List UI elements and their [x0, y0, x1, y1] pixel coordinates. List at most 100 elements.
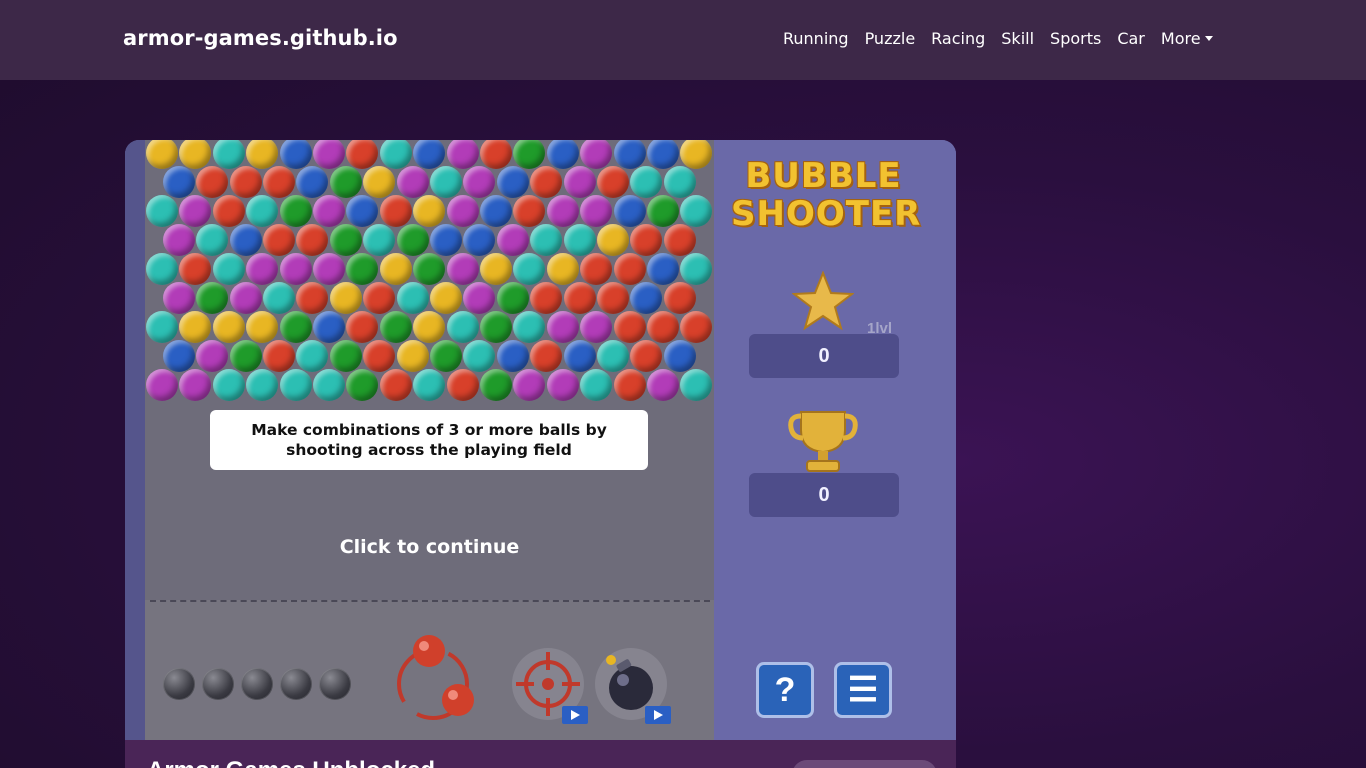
- bubble: [663, 224, 696, 256]
- bubble: [346, 369, 379, 401]
- nav-car[interactable]: Car: [1117, 29, 1145, 48]
- shooter-swap-icon[interactable]: [390, 632, 480, 724]
- bubble: [630, 224, 663, 256]
- bubble: [146, 369, 178, 401]
- bubble: [313, 140, 345, 169]
- bubble: [680, 195, 713, 227]
- continue-prompt[interactable]: Click to continue: [145, 536, 714, 558]
- bubble: [613, 140, 646, 169]
- bubble: [546, 195, 579, 227]
- bubble: [246, 253, 279, 285]
- bubble: [396, 340, 429, 372]
- bubble: [396, 282, 429, 314]
- bubble: [513, 311, 546, 343]
- bubble: [279, 253, 312, 285]
- bubble: [379, 311, 412, 343]
- logo-line-1: BUBBLE: [745, 156, 902, 196]
- nav-puzzle[interactable]: Puzzle: [865, 29, 916, 48]
- bubble: [647, 253, 679, 285]
- menu-button[interactable]: ☰: [834, 662, 892, 718]
- bubble: [630, 166, 663, 198]
- bubble: [329, 224, 362, 256]
- bubble: [596, 340, 629, 372]
- bubble: [279, 195, 312, 227]
- help-icon: ?: [774, 671, 796, 709]
- bubble: [596, 166, 629, 198]
- bubble: [480, 253, 512, 285]
- bubble: [563, 224, 596, 256]
- bubble: [313, 253, 345, 285]
- queue-ball: [163, 668, 195, 700]
- bubble: [363, 282, 396, 314]
- site-brand[interactable]: armor-games.github.io: [123, 26, 398, 50]
- bubble: [196, 166, 229, 198]
- bomb-powerup-icon[interactable]: [593, 648, 673, 728]
- playing-field[interactable]: Make combinations of 3 or more balls by …: [145, 140, 716, 740]
- bubble: [196, 224, 229, 256]
- bubble: [179, 140, 212, 169]
- bubble: [530, 224, 563, 256]
- bubble: [296, 282, 329, 314]
- bubble: [262, 166, 295, 198]
- bubble: [563, 166, 596, 198]
- bubble: [179, 369, 212, 401]
- bubble: [179, 253, 212, 285]
- bubble: [363, 166, 396, 198]
- bubble: [296, 224, 329, 256]
- game-logo: BUBBLE SHOOTER: [731, 156, 920, 233]
- bubble: [563, 282, 596, 314]
- bubble: [613, 311, 646, 343]
- bubble: [680, 369, 713, 401]
- bubble: [429, 224, 462, 256]
- bubble: [229, 224, 262, 256]
- bubble: [513, 369, 546, 401]
- bubble: [162, 166, 195, 198]
- help-button[interactable]: ?: [756, 662, 814, 718]
- nav-more-dropdown[interactable]: More: [1161, 29, 1213, 48]
- bubble: [563, 340, 596, 372]
- bubble: [296, 340, 329, 372]
- bubble: [613, 369, 646, 401]
- bubble: [413, 369, 446, 401]
- bubble: [480, 140, 512, 169]
- score-display: 0: [749, 334, 899, 378]
- bubble: [363, 340, 396, 372]
- nav-sports[interactable]: Sports: [1050, 29, 1101, 48]
- nav-racing[interactable]: Racing: [931, 29, 985, 48]
- bubble: [630, 282, 663, 314]
- aim-powerup-icon[interactable]: [510, 648, 590, 728]
- bubble: [613, 253, 646, 285]
- bubble: [146, 195, 178, 227]
- bubble: [647, 195, 679, 227]
- bubble: [262, 224, 295, 256]
- bubble: [262, 340, 295, 372]
- bubble: [196, 282, 229, 314]
- bubble: [346, 140, 379, 169]
- queue-ball: [202, 668, 234, 700]
- bubble: [212, 311, 245, 343]
- bubble: [663, 282, 696, 314]
- bubble: [680, 253, 713, 285]
- bubble: [212, 369, 245, 401]
- fullscreen-button[interactable]: [792, 760, 937, 768]
- menu-icon: ☰: [847, 671, 879, 709]
- bubble: [546, 140, 579, 169]
- left-rail: [125, 140, 145, 740]
- bubble: [530, 340, 563, 372]
- bubble: [313, 369, 345, 401]
- bubble: [647, 140, 679, 169]
- bubble: [463, 166, 496, 198]
- game-frame[interactable]: Make combinations of 3 or more balls by …: [125, 140, 956, 768]
- top-navbar: armor-games.github.io Running Puzzle Rac…: [0, 0, 1366, 80]
- nav-skill[interactable]: Skill: [1001, 29, 1034, 48]
- bubble: [379, 140, 412, 169]
- bubble: [680, 311, 713, 343]
- bubble: [279, 369, 312, 401]
- nav-running[interactable]: Running: [783, 29, 849, 48]
- bubble: [513, 195, 546, 227]
- bubble: [496, 224, 529, 256]
- bubble: [146, 253, 178, 285]
- bubble: [146, 311, 178, 343]
- bubble: [546, 369, 579, 401]
- bubble: [396, 166, 429, 198]
